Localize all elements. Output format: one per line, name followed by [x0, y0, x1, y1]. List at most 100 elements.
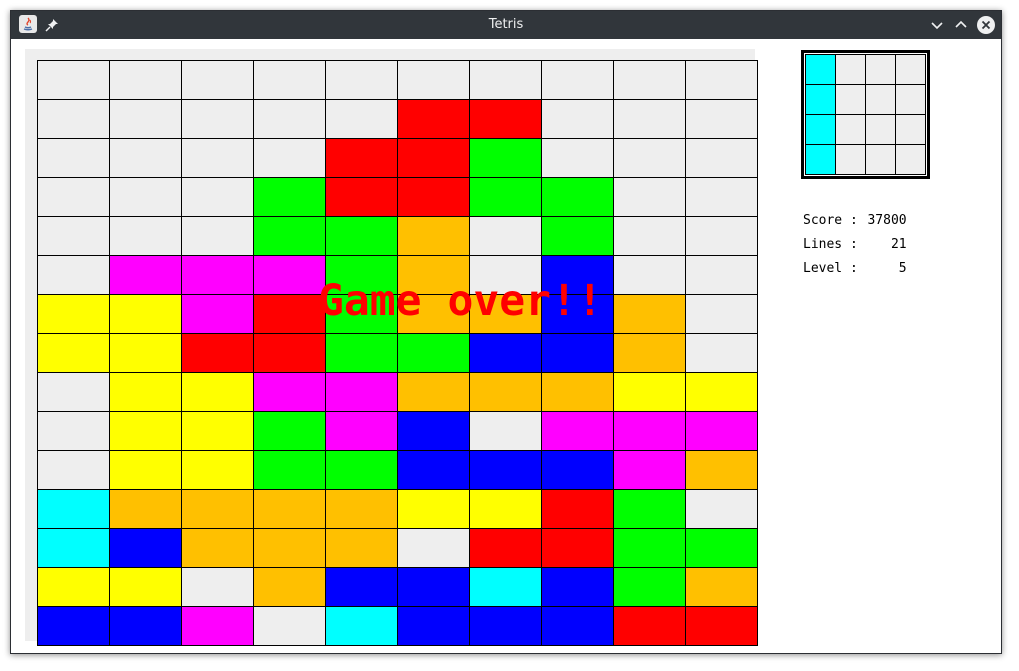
board-cell: [686, 412, 758, 451]
board-cell: [326, 529, 398, 568]
board-cell: [686, 373, 758, 412]
board-cell: [254, 256, 326, 295]
board-cell: [110, 178, 182, 217]
board-cell: [38, 412, 110, 451]
board-cell: [182, 100, 254, 139]
lines-value: 21: [890, 237, 907, 252]
board-cell: [182, 373, 254, 412]
board-cell: [326, 61, 398, 100]
game-over-message: Game over!!: [318, 276, 603, 326]
board-cell: [398, 217, 470, 256]
board-cell: [398, 139, 470, 178]
board-cell: [470, 334, 542, 373]
board-cell: [182, 295, 254, 334]
preview-cell: [806, 85, 836, 115]
board-cell: [326, 178, 398, 217]
board-cell: [254, 334, 326, 373]
board-cell: [254, 529, 326, 568]
board-cell: [182, 490, 254, 529]
board-cell: [542, 412, 614, 451]
board-cell: [38, 139, 110, 178]
game-board-frame: [25, 49, 758, 646]
next-piece-preview: [801, 50, 930, 179]
board-cell: [470, 100, 542, 139]
board-cell: [614, 451, 686, 490]
board-cell: [398, 334, 470, 373]
board-cell: [398, 100, 470, 139]
preview-cell: [836, 115, 866, 145]
board-cell: [38, 295, 110, 334]
preview-cell: [866, 115, 896, 145]
board-cell: [38, 61, 110, 100]
board-cell: [110, 139, 182, 178]
board-cell: [614, 295, 686, 334]
board-cell: [686, 178, 758, 217]
board-cell: [326, 139, 398, 178]
board-cell: [38, 178, 110, 217]
board-cell: [614, 412, 686, 451]
score-row: Score : 37800: [803, 209, 907, 233]
board-cell: [398, 568, 470, 607]
board-cell: [110, 529, 182, 568]
board-cell: [110, 451, 182, 490]
board-cell: [182, 139, 254, 178]
board-cell: [110, 256, 182, 295]
board-cell: [614, 256, 686, 295]
minimize-button[interactable]: [927, 15, 947, 35]
preview-cell: [836, 55, 866, 85]
board-cell: [614, 61, 686, 100]
board-cell: [254, 295, 326, 334]
board-cell: [110, 295, 182, 334]
preview-cell: [806, 115, 836, 145]
window-title: Tetris: [488, 17, 524, 32]
board-cell: [182, 529, 254, 568]
board-cell: [470, 412, 542, 451]
chevron-down-icon: [931, 22, 943, 30]
level-row: Level : 5: [803, 257, 907, 281]
board-cell: [182, 334, 254, 373]
close-button[interactable]: [976, 15, 996, 35]
board-cell: [38, 529, 110, 568]
board-cell: [542, 529, 614, 568]
board-cell: [542, 334, 614, 373]
preview-cell: [836, 145, 866, 175]
preview-cell: [836, 85, 866, 115]
board-cell: [38, 334, 110, 373]
board-cell: [614, 568, 686, 607]
board-cell: [326, 100, 398, 139]
board-cell: [110, 334, 182, 373]
board-cell: [38, 490, 110, 529]
board-cell: [398, 490, 470, 529]
board-cell: [542, 178, 614, 217]
board-cell: [254, 373, 326, 412]
board-cell: [470, 61, 542, 100]
board-cell: [326, 568, 398, 607]
board-cell: [326, 451, 398, 490]
board-cell: [686, 490, 758, 529]
board-cell: [38, 607, 110, 646]
board-cell: [110, 61, 182, 100]
board-cell: [398, 451, 470, 490]
chevron-up-icon: [955, 20, 967, 28]
board-cell: [470, 217, 542, 256]
maximize-button[interactable]: [951, 15, 971, 35]
board-cell: [686, 334, 758, 373]
board-cell: [470, 490, 542, 529]
board-cell: [110, 607, 182, 646]
board-cell: [614, 490, 686, 529]
board-cell: [254, 139, 326, 178]
board-cell: [542, 100, 614, 139]
board-cell: [110, 217, 182, 256]
board-cell: [542, 568, 614, 607]
board-cell: [686, 529, 758, 568]
board-cell: [542, 139, 614, 178]
board-cell: [686, 607, 758, 646]
lines-row: Lines : 21: [803, 233, 907, 257]
preview-cell: [806, 55, 836, 85]
board-cell: [398, 61, 470, 100]
board-cell: [542, 373, 614, 412]
board-cell: [38, 100, 110, 139]
board-cell: [182, 568, 254, 607]
board-cell: [254, 178, 326, 217]
title-bar[interactable]: Tetris: [11, 11, 1001, 39]
